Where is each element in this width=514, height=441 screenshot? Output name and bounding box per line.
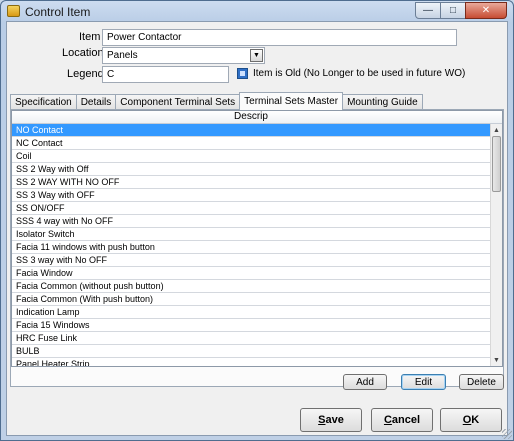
table-row[interactable]: Facia Window	[12, 267, 490, 280]
scroll-down-icon[interactable]: ▼	[491, 354, 502, 366]
dialog-client-area: Item Power Contactor Location Panels ▼ L…	[6, 21, 508, 436]
table-row[interactable]: NC Contact	[12, 137, 490, 150]
location-label: Location	[62, 47, 104, 59]
location-value: Panels	[107, 50, 138, 61]
table-row[interactable]: NO Contact	[12, 124, 490, 137]
grid-rows: NO Contact NC Contact Coil SS 2 Way with Of…	[12, 124, 490, 366]
save-button[interactable]: Save	[300, 408, 362, 432]
table-row[interactable]: Indication Lamp	[12, 306, 490, 319]
table-row[interactable]: HRC Fuse Link	[12, 332, 490, 345]
table-row[interactable]: SS ON/OFF	[12, 202, 490, 215]
table-row[interactable]: BULB	[12, 345, 490, 358]
is-old-checkbox[interactable]	[237, 68, 248, 79]
table-row[interactable]: Facia Common (without push button)	[12, 280, 490, 293]
delete-button[interactable]: Delete	[459, 374, 504, 390]
table-row[interactable]: Isolator Switch	[12, 228, 490, 241]
column-header-descrip[interactable]: Descrip	[12, 111, 502, 124]
table-row[interactable]: Panel Heater Strip	[12, 358, 490, 366]
resize-grip-icon[interactable]	[502, 429, 512, 439]
tab-strip: Specification Details Component Terminal…	[10, 92, 423, 110]
tab-specification[interactable]: Specification	[10, 94, 77, 110]
ok-button-label: OK	[462, 414, 480, 426]
legend-label: Legend	[67, 68, 104, 80]
tab-terminal-sets-master[interactable]: Terminal Sets Master	[239, 92, 344, 110]
table-row[interactable]: SS 2 WAY WITH NO OFF	[12, 176, 490, 189]
tab-mounting-guide[interactable]: Mounting Guide	[342, 94, 423, 110]
cancel-button[interactable]: Cancel	[371, 408, 433, 432]
tab-component-terminal-sets[interactable]: Component Terminal Sets	[115, 94, 241, 110]
ok-button[interactable]: OK	[440, 408, 502, 432]
terminal-sets-grid: Descrip NO Contact NC Contact Coil SS 2 Way…	[11, 110, 503, 367]
control-item-window: Control Item — □ ✕ Item Power Contactor …	[0, 0, 514, 441]
table-row[interactable]: SS 3 way with No OFF	[12, 254, 490, 267]
minimize-button[interactable]: —	[415, 2, 441, 19]
item-input[interactable]: Power Contactor	[102, 29, 457, 46]
close-button[interactable]: ✕	[465, 2, 507, 19]
tab-details[interactable]: Details	[75, 94, 117, 110]
edit-button[interactable]: Edit	[401, 374, 446, 390]
window-title: Control Item	[25, 5, 91, 19]
cancel-button-label: Cancel	[383, 414, 421, 426]
table-row[interactable]: Facia 11 windows with push button	[12, 241, 490, 254]
item-label: Item	[79, 31, 101, 43]
scroll-thumb[interactable]	[492, 136, 501, 192]
table-row[interactable]: Coil	[12, 150, 490, 163]
dropdown-arrow-icon[interactable]: ▼	[250, 49, 263, 62]
title-bar[interactable]: Control Item — □ ✕	[1, 1, 513, 21]
is-old-checkbox-row[interactable]: Item is Old (No Longer to be used in fut…	[237, 68, 465, 79]
table-row[interactable]: Facia Common (With push button)	[12, 293, 490, 306]
table-row[interactable]: Facia 15 Windows	[12, 319, 490, 332]
vertical-scrollbar[interactable]: ▲ ▼	[490, 124, 502, 366]
table-row[interactable]: SS 3 Way with OFF	[12, 189, 490, 202]
is-old-label: Item is Old (No Longer to be used in fut…	[253, 68, 466, 79]
save-button-label: Save	[318, 414, 344, 426]
terminal-sets-master-panel: Descrip NO Contact NC Contact Coil SS 2 Way…	[10, 109, 504, 390]
caption-buttons: — □ ✕	[415, 2, 507, 19]
app-icon	[7, 5, 20, 17]
maximize-button[interactable]: □	[440, 2, 466, 19]
scroll-up-icon[interactable]: ▲	[491, 124, 502, 136]
table-row[interactable]: SSS 4 way with No OFF	[12, 215, 490, 228]
legend-input[interactable]: C	[102, 66, 229, 83]
add-button[interactable]: Add	[343, 374, 387, 390]
table-row[interactable]: SS 2 Way with Off	[12, 163, 490, 176]
location-select[interactable]: Panels ▼	[102, 47, 265, 64]
